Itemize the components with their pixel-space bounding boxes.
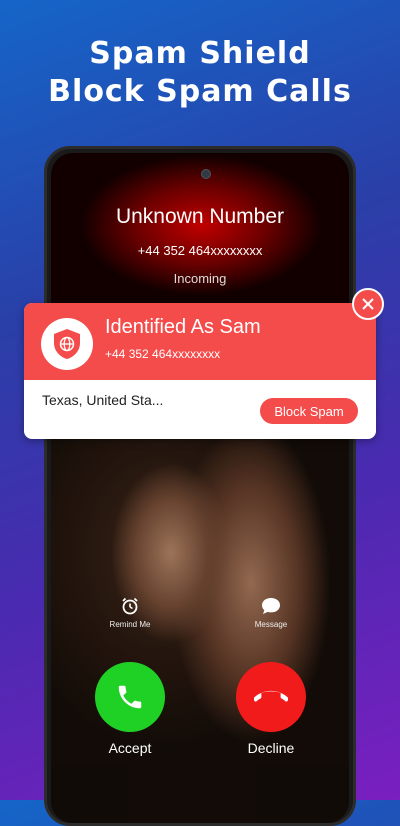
phone-icon: [118, 685, 142, 709]
alarm-clock-icon: [122, 597, 138, 615]
spam-number: +44 352 464xxxxxxxx: [105, 347, 221, 361]
close-card-button[interactable]: [352, 288, 384, 320]
call-status: Incoming: [173, 271, 227, 286]
remind-me-button[interactable]: Remind Me: [90, 596, 170, 629]
accept-call-button[interactable]: [95, 662, 165, 732]
headline-subtitle: Block Spam Calls: [48, 74, 352, 109]
front-camera-icon: [201, 169, 211, 179]
caller-number: +44 352 464xxxxxxxx: [137, 243, 263, 258]
decline-call-button[interactable]: [236, 662, 306, 732]
caller-location: Texas, United Sta...: [42, 392, 164, 408]
spam-identified-card: Identified As Sam +44 352 464xxxxxxxx Te…: [24, 288, 384, 439]
shield-globe-icon: [41, 318, 93, 370]
message-label: Message: [254, 620, 288, 629]
remind-me-label: Remind Me: [109, 620, 151, 629]
call-screen: Unknown Number +44 352 464xxxxxxxx Incom…: [51, 153, 349, 823]
headline-title: Spam Shield: [89, 36, 311, 71]
phone-frame: Unknown Number +44 352 464xxxxxxxx Incom…: [44, 146, 356, 826]
accept-label: Accept: [108, 740, 152, 756]
close-icon: [362, 298, 374, 310]
message-bubble-icon: [262, 598, 280, 614]
decline-label: Decline: [247, 740, 295, 756]
block-spam-button[interactable]: Block Spam: [260, 398, 358, 424]
message-button[interactable]: Message: [231, 596, 311, 629]
spam-identified-title: Identified As Sam: [105, 316, 261, 338]
spam-card-header: Identified As Sam +44 352 464xxxxxxxx: [24, 288, 384, 380]
hang-up-icon: [254, 690, 288, 702]
caller-name: Unknown Number: [115, 205, 285, 228]
